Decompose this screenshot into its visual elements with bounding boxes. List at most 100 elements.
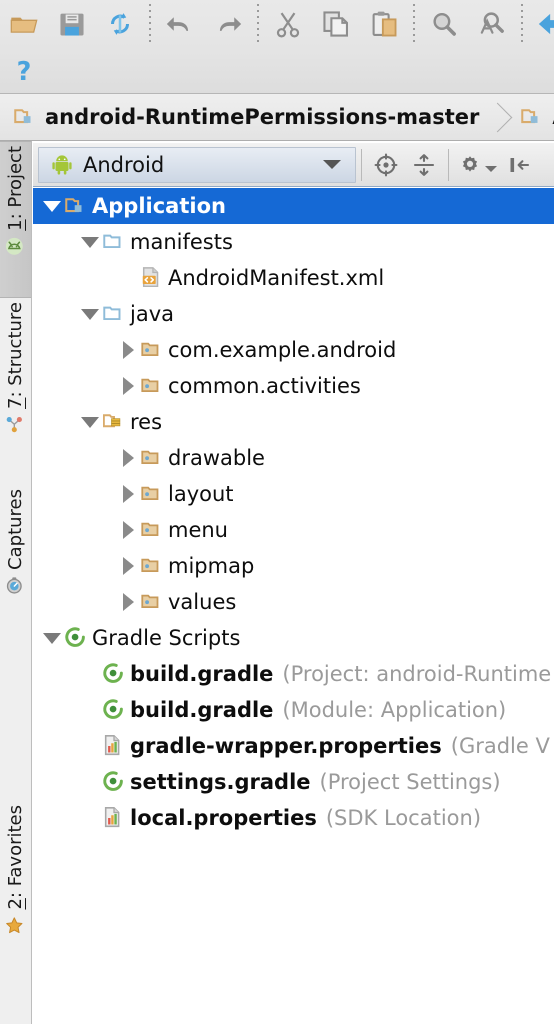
- tree-twisty[interactable]: [117, 512, 139, 548]
- tree-twisty[interactable]: [117, 584, 139, 620]
- tree-row-label: res: [130, 410, 163, 434]
- rail-item-label: 1: Project: [5, 146, 26, 231]
- undo-icon[interactable]: [156, 1, 204, 47]
- project-view-selector-label: Android: [83, 152, 165, 177]
- tree-row[interactable]: build.gradle (Module: Application): [33, 692, 554, 728]
- tree-row[interactable]: common.activities: [33, 368, 554, 404]
- tree-row-label: AndroidManifest.xml: [168, 266, 385, 290]
- tree-row-hint: (Project Settings): [319, 770, 501, 794]
- tree-row[interactable]: mipmap: [33, 548, 554, 584]
- redo-icon[interactable]: [204, 1, 252, 47]
- tree-row[interactable]: Application: [33, 188, 554, 224]
- tree-twisty[interactable]: [117, 476, 139, 512]
- android-head-icon: [5, 237, 27, 259]
- tree-row-hint: (SDK Location): [325, 806, 482, 830]
- chevron-down-icon[interactable]: [485, 165, 497, 172]
- package-folder-icon: [139, 440, 165, 476]
- chevron-down-icon[interactable]: [323, 160, 341, 169]
- rail-item-label: Captures: [5, 489, 26, 570]
- project-tree[interactable]: Application manifests AndroidManifest.xml j…: [33, 188, 554, 1024]
- breadcrumb-item[interactable]: Appl: [507, 94, 554, 140]
- save-all-icon[interactable]: [48, 1, 96, 47]
- blue-folder-icon: [101, 224, 127, 260]
- blue-folder-icon: [101, 296, 127, 332]
- tree-twisty[interactable]: [117, 368, 139, 404]
- breadcrumb-separator: [485, 94, 507, 140]
- tree-row-label: Gradle Scripts: [92, 626, 241, 650]
- tree-row[interactable]: manifests: [33, 224, 554, 260]
- tree-row[interactable]: AndroidManifest.xml: [33, 260, 554, 296]
- help-icon[interactable]: ?: [0, 49, 48, 95]
- tree-row-label: values: [168, 590, 237, 614]
- tree-row[interactable]: drawable: [33, 440, 554, 476]
- project-folder-icon: [14, 106, 36, 128]
- collapse-all-icon[interactable]: [405, 145, 443, 185]
- package-folder-icon: [139, 548, 165, 584]
- back-arrow-icon[interactable]: [528, 1, 554, 47]
- tree-row-label: mipmap: [168, 554, 255, 578]
- rail-item-captures[interactable]: Captures: [0, 485, 31, 660]
- tree-twisty[interactable]: [117, 548, 139, 584]
- tree-twisty: [79, 728, 101, 764]
- sync-icon[interactable]: [96, 1, 144, 47]
- tree-twisty: [79, 800, 101, 836]
- breadcrumb-item[interactable]: android-RuntimePermissions-master: [0, 94, 485, 140]
- tree-row[interactable]: local.properties (SDK Location): [33, 800, 554, 836]
- tree-row[interactable]: values: [33, 584, 554, 620]
- toolbar-separator: [408, 1, 420, 47]
- gradle-icon: [63, 620, 89, 656]
- rail-item-favorites[interactable]: 2: Favorites: [0, 801, 31, 1016]
- copy-icon[interactable]: [312, 1, 360, 47]
- tree-row[interactable]: build.gradle (Project: android-Runtime: [33, 656, 554, 692]
- tree-twisty[interactable]: [79, 296, 101, 332]
- rail-item-structure[interactable]: 7: Structure: [0, 298, 31, 483]
- settings-gear-icon[interactable]: [454, 145, 500, 185]
- rail-item-project[interactable]: 1: Project: [0, 141, 31, 298]
- open-folder-icon[interactable]: [0, 1, 48, 47]
- package-folder-icon: [139, 332, 165, 368]
- tree-row-label: Application: [92, 194, 226, 218]
- tree-twisty: [79, 656, 101, 692]
- tree-row[interactable]: res: [33, 404, 554, 440]
- tree-twisty[interactable]: [79, 404, 101, 440]
- scroll-from-source-icon[interactable]: [367, 145, 405, 185]
- toolbar-separator: [516, 1, 528, 47]
- module-folder-icon: [63, 188, 89, 224]
- tree-row-label: drawable: [168, 446, 265, 470]
- paste-icon[interactable]: [360, 1, 408, 47]
- tree-row[interactable]: com.example.android: [33, 332, 554, 368]
- tree-row[interactable]: Gradle Scripts: [33, 620, 554, 656]
- tree-twisty[interactable]: [41, 188, 63, 224]
- tool-window-rail: 1: Project 7: Structure Captures 2: Favorit…: [0, 141, 32, 1024]
- package-folder-icon: [139, 476, 165, 512]
- tree-twisty[interactable]: [117, 440, 139, 476]
- tree-twisty: [117, 260, 139, 296]
- xml-file-icon: [139, 260, 165, 296]
- toolbar-row-primary: [0, 0, 554, 48]
- tree-row[interactable]: menu: [33, 512, 554, 548]
- hide-panel-icon[interactable]: [500, 145, 538, 185]
- tree-row-label: build.gradle: [130, 698, 274, 722]
- tree-row[interactable]: layout: [33, 476, 554, 512]
- find-icon[interactable]: [420, 1, 468, 47]
- tree-row[interactable]: gradle-wrapper.properties (Gradle V: [33, 728, 554, 764]
- tree-row-label: settings.gradle: [130, 770, 311, 794]
- rail-item-label: 7: Structure: [5, 302, 26, 409]
- tree-row[interactable]: settings.gradle (Project Settings): [33, 764, 554, 800]
- breadcrumb: android-RuntimePermissions-master Appl: [0, 94, 554, 141]
- divider: [361, 148, 362, 181]
- tree-row-label: gradle-wrapper.properties: [130, 734, 442, 758]
- tree-twisty[interactable]: [79, 224, 101, 260]
- properties-file-icon: [101, 800, 127, 836]
- gradle-icon: [101, 692, 127, 728]
- captures-icon: [5, 576, 27, 598]
- tree-twisty[interactable]: [117, 332, 139, 368]
- rail-item-label: 2: Favorites: [5, 805, 26, 910]
- replace-icon[interactable]: [468, 1, 516, 47]
- package-folder-icon: [139, 584, 165, 620]
- tree-row-label: common.activities: [168, 374, 361, 398]
- tree-twisty[interactable]: [41, 620, 63, 656]
- project-view-selector[interactable]: Android: [38, 146, 356, 183]
- cut-icon[interactable]: [264, 1, 312, 47]
- tree-row[interactable]: java: [33, 296, 554, 332]
